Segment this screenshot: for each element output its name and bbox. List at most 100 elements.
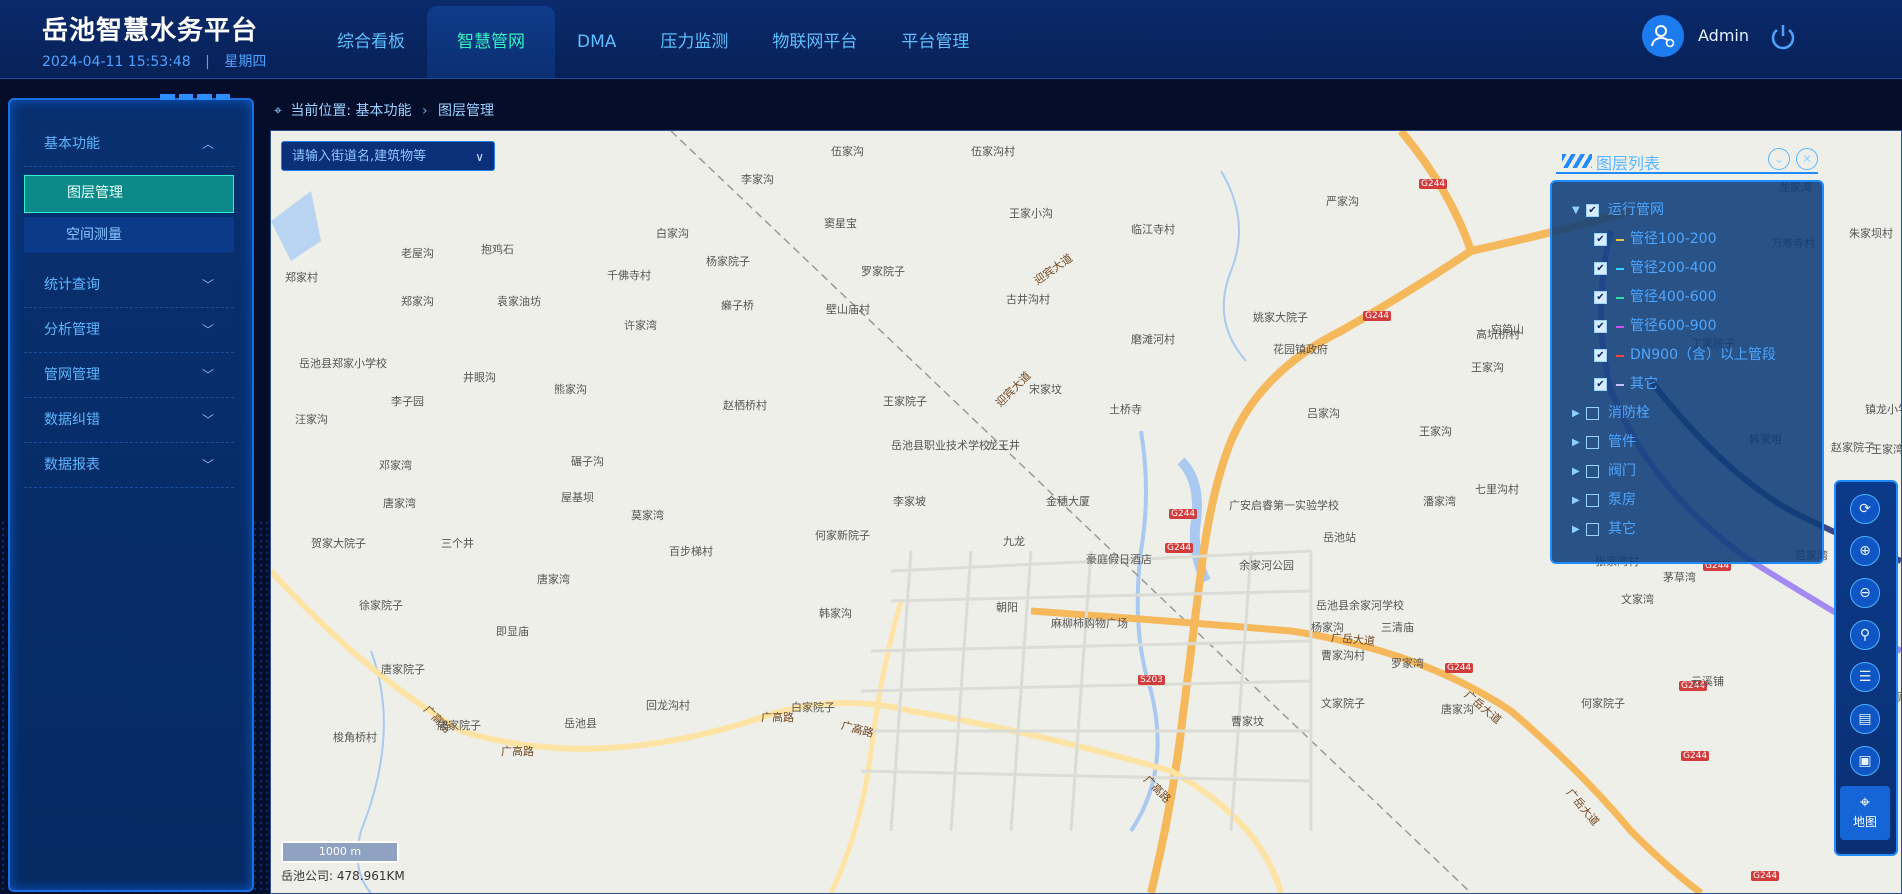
checkbox-unchecked[interactable] [1586,436,1599,449]
map-place-label: 梭角桥村 [333,731,377,744]
checkbox-checked[interactable]: ✔ [1594,291,1607,304]
datetime-divider: | [205,54,210,70]
nav-item-platform-management[interactable]: 平台管理 [879,6,991,78]
layer-label: 其它 [1608,521,1636,537]
menu-group-data-reports[interactable]: 数据报表 ﹀ [24,443,234,488]
layer-group-fittings[interactable]: ▶ 管件 [1572,428,1812,457]
nav-item-dashboard[interactable]: 综合看板 [315,6,427,78]
map-place-label: 空简山 [1491,323,1524,336]
caret-right-icon[interactable]: ▶ [1572,457,1586,486]
layer-item-dn900-plus[interactable]: ✔ DN900（含）以上管段 [1572,341,1812,370]
map-place-label: 汪家沟 [295,413,328,426]
checkbox-checked[interactable]: ✔ [1594,349,1607,362]
road-badge: S203 [1138,675,1165,685]
caret-right-icon[interactable]: ▶ [1572,486,1586,515]
caret-right-icon[interactable]: ▶ [1572,399,1586,428]
map-place-label: 老屋沟 [401,247,434,260]
pin-icon[interactable]: ⌄ [1768,148,1790,170]
caret-right-icon[interactable]: ▶ [1572,515,1586,544]
menu-group-label: 分析管理 [44,322,100,338]
layer-panel-buttons: ⌄ ✕ [1768,148,1818,170]
map-place-label: 窦星宝 [824,217,857,230]
map-place-label: 岳池站 [1323,531,1356,544]
menu-group-data-correction[interactable]: 数据纠错 ﹀ [24,398,234,443]
map-place-label: 壁山庙村 [826,303,870,316]
checkbox-unchecked[interactable] [1586,494,1599,507]
breadcrumb-level1[interactable]: 基本功能 [356,103,412,119]
menu-group-pipe-network[interactable]: 管网管理 ﹀ [24,353,234,398]
layer-group-others[interactable]: ▶ 其它 [1572,515,1812,544]
map-place-label: 吕家沟 [1307,407,1340,420]
map-place-label: 土桥寺 [1109,403,1142,416]
user-icon [1651,25,1675,48]
map-place-label: 杨家沟 [1311,621,1344,634]
map-place-label: 云溪铺 [1691,675,1724,688]
checkbox-checked[interactable]: ✔ [1594,233,1607,246]
nav-item-iot-platform[interactable]: 物联网平台 [750,6,879,78]
map-place-label: 岳池县余家河学校 [1316,599,1404,612]
layer-item-dn600-900[interactable]: ✔ 管径600-900 [1572,312,1812,341]
zoom-out-icon[interactable]: ⊖ [1850,578,1880,608]
checkbox-checked[interactable]: ✔ [1594,320,1607,333]
close-icon[interactable]: ✕ [1796,148,1818,170]
checkbox-unchecked[interactable] [1586,523,1599,536]
map-place-label: 碾子沟 [571,455,604,468]
menu-group-analysis[interactable]: 分析管理 ﹀ [24,308,234,353]
map-place-label: 花园镇政府 [1273,343,1328,356]
layer-label: 管径600-900 [1630,318,1717,334]
submenu-basic-functions: 图层管理 空间测量 [24,167,234,263]
caret-down-icon[interactable]: ▼ [1572,196,1586,225]
map-place-label: 宋家坟 [1029,383,1062,396]
menu-group-statistics[interactable]: 统计查询 ﹀ [24,263,234,308]
map-place-label: 王家小沟 [1009,207,1053,220]
nav-item-dma[interactable]: DMA [555,6,638,78]
locate-user-icon[interactable]: ⚲ [1850,620,1880,650]
zoom-in-icon[interactable]: ⊕ [1850,536,1880,566]
refresh-icon[interactable]: ⟳ [1850,494,1880,524]
street-grid [851,549,1313,832]
caret-right-icon[interactable]: ▶ [1572,428,1586,457]
basemap-button[interactable]: ⌖ 地图 [1840,786,1890,840]
nav-item-pressure-monitoring[interactable]: 压力监测 [638,6,750,78]
map-place-label: 王家湾 [1871,443,1902,456]
avatar[interactable] [1642,15,1684,57]
adjust-icon[interactable]: ☰ [1850,662,1880,692]
checkbox-unchecked[interactable] [1586,407,1599,420]
map-place-label: 伍家沟村 [971,145,1015,158]
layer-item-other-pipe[interactable]: ✔ 其它 [1572,370,1812,399]
layer-group-pump-stations[interactable]: ▶ 泵房 [1572,486,1812,515]
nav-item-smart-pipe-network[interactable]: 智慧管网 [427,6,555,78]
layer-item-dn100-200[interactable]: ✔ 管径100-200 [1572,225,1812,254]
layer-item-dn200-400[interactable]: ✔ 管径200-400 [1572,254,1812,283]
power-icon[interactable] [1768,22,1798,52]
checkbox-unchecked[interactable] [1586,465,1599,478]
layer-group-valves[interactable]: ▶ 阀门 [1572,457,1812,486]
line-swatch [1616,296,1624,299]
checkbox-checked[interactable]: ✔ [1586,204,1599,217]
checkbox-checked[interactable]: ✔ [1594,262,1607,275]
layer-label: 管径100-200 [1630,231,1717,247]
menu-group-label: 管网管理 [44,367,100,383]
map-toolbar: ⟳ ⊕ ⊖ ⚲ ☰ ▤ ▣ ⌖ 地图 [1834,480,1898,856]
search-input[interactable]: 请输入街道名,建筑物等 ∨ [281,141,495,171]
line-swatch [1616,267,1624,270]
image-icon[interactable]: ▣ [1850,746,1880,776]
map-place-label: 井眼沟 [463,371,496,384]
menu-group-label: 数据报表 [44,457,100,473]
layer-group-hydrant[interactable]: ▶ 消防栓 [1572,399,1812,428]
road-label: 广高路 [761,711,794,724]
checkbox-checked[interactable]: ✔ [1594,378,1607,391]
menu-item-layer-management[interactable]: 图层管理 [24,175,234,213]
layer-item-dn400-600[interactable]: ✔ 管径400-600 [1572,283,1812,312]
menu-group-basic-functions[interactable]: 基本功能 ︿ [24,122,234,167]
layer-label: 管径400-600 [1630,289,1717,305]
road-badge: G244 [1363,311,1392,321]
menu-item-spatial-measurement[interactable]: 空间测量 [24,217,234,253]
clipboard-icon[interactable]: ▤ [1850,704,1880,734]
map-place-label: 茅草湾 [1663,571,1696,584]
map-place-label: 赵栖桥村 [723,399,767,412]
chevron-down-icon: ﹀ [201,323,214,337]
map-place-label: 麻柳柿购物广场 [1051,617,1128,630]
layer-label: 阀门 [1608,463,1636,479]
layer-group-running-network[interactable]: ▼ ✔ 运行管网 [1572,196,1812,225]
